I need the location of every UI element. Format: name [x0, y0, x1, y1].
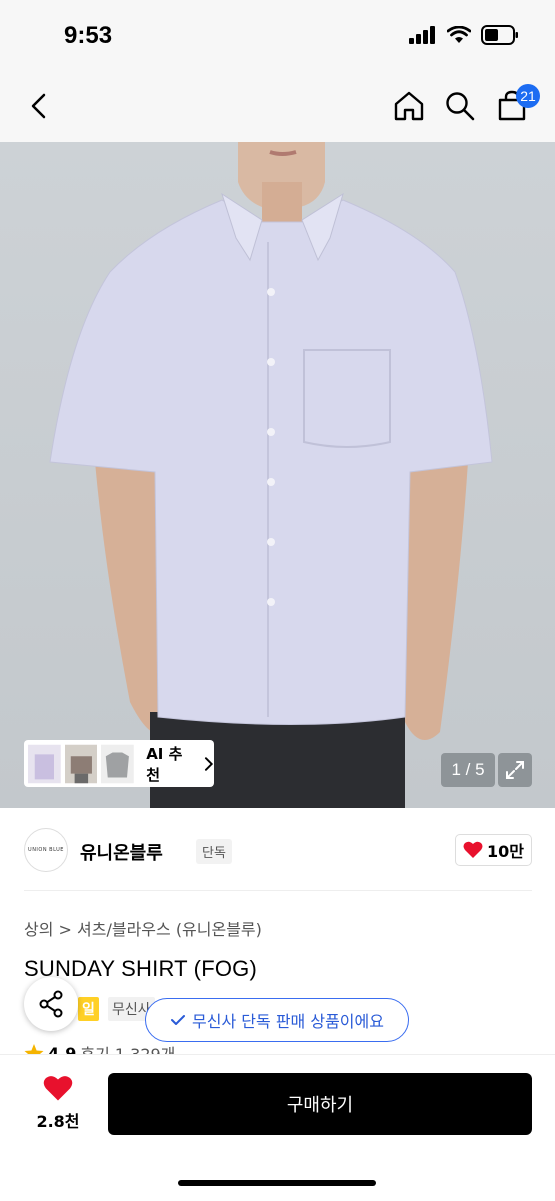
product-image[interactable]: [0, 142, 555, 808]
battery-icon: [481, 25, 518, 45]
wishlist-count: 2.8천: [36, 1112, 80, 1131]
category-breadcrumb[interactable]: 상의 > 셔츠/블라우스 (유니온블루): [24, 916, 262, 940]
home-icon: [394, 91, 424, 121]
thumbnail-3: [101, 744, 135, 783]
thumbnail-2: [64, 744, 98, 783]
home-button[interactable]: [387, 84, 431, 128]
buy-button[interactable]: 구매하기: [108, 1073, 532, 1135]
brand-like-count: 10만: [487, 842, 524, 861]
search-button[interactable]: [438, 84, 482, 128]
divider: [24, 890, 532, 891]
wishlist-button[interactable]: 2.8천: [26, 1075, 90, 1132]
signal-icon: [409, 26, 435, 44]
thumbnail-1: [28, 744, 61, 783]
heart-icon: [43, 1076, 73, 1101]
cart-button[interactable]: 21: [490, 84, 540, 128]
status-bar: 9:53: [0, 0, 555, 70]
image-counter: 1 / 5: [441, 753, 495, 787]
wifi-icon: [447, 26, 471, 43]
brand-row: UNION BLUE 유니온블루 단독 10만: [24, 828, 532, 874]
ai-recommend-label: AI 추천: [146, 744, 183, 784]
bottom-purchase-bar: 2.8천 구매하기: [0, 1054, 555, 1201]
sale-badge: 일: [78, 997, 99, 1021]
top-navigation: 21: [0, 70, 555, 142]
brand-name[interactable]: 유니온블루: [80, 839, 163, 865]
back-button[interactable]: [18, 84, 62, 128]
chevron-right-icon: [205, 756, 214, 771]
expand-button[interactable]: [498, 753, 532, 787]
status-icons: [409, 25, 519, 45]
share-button[interactable]: [24, 977, 78, 1031]
chevron-left-icon: [31, 93, 46, 119]
check-icon: [171, 1015, 186, 1025]
status-time: 9:53: [64, 22, 113, 49]
exclusive-tag: 단독: [196, 839, 232, 864]
cart-count-badge: 21: [516, 84, 540, 108]
home-indicator: [178, 1180, 376, 1186]
brand-logo[interactable]: UNION BLUE: [24, 828, 68, 872]
share-icon: [39, 990, 63, 1018]
tooltip-text: 무신사 단독 판매 상품이에요: [192, 1012, 384, 1031]
expand-icon: [506, 761, 524, 779]
product-photo: [0, 142, 555, 808]
search-icon: [446, 92, 475, 121]
brand-like-button[interactable]: 10만: [455, 834, 532, 866]
exclusive-tooltip: 무신사 단독 판매 상품이에요: [145, 998, 409, 1042]
ai-recommend-chip[interactable]: AI 추천: [24, 740, 214, 787]
heart-icon: [463, 841, 483, 858]
